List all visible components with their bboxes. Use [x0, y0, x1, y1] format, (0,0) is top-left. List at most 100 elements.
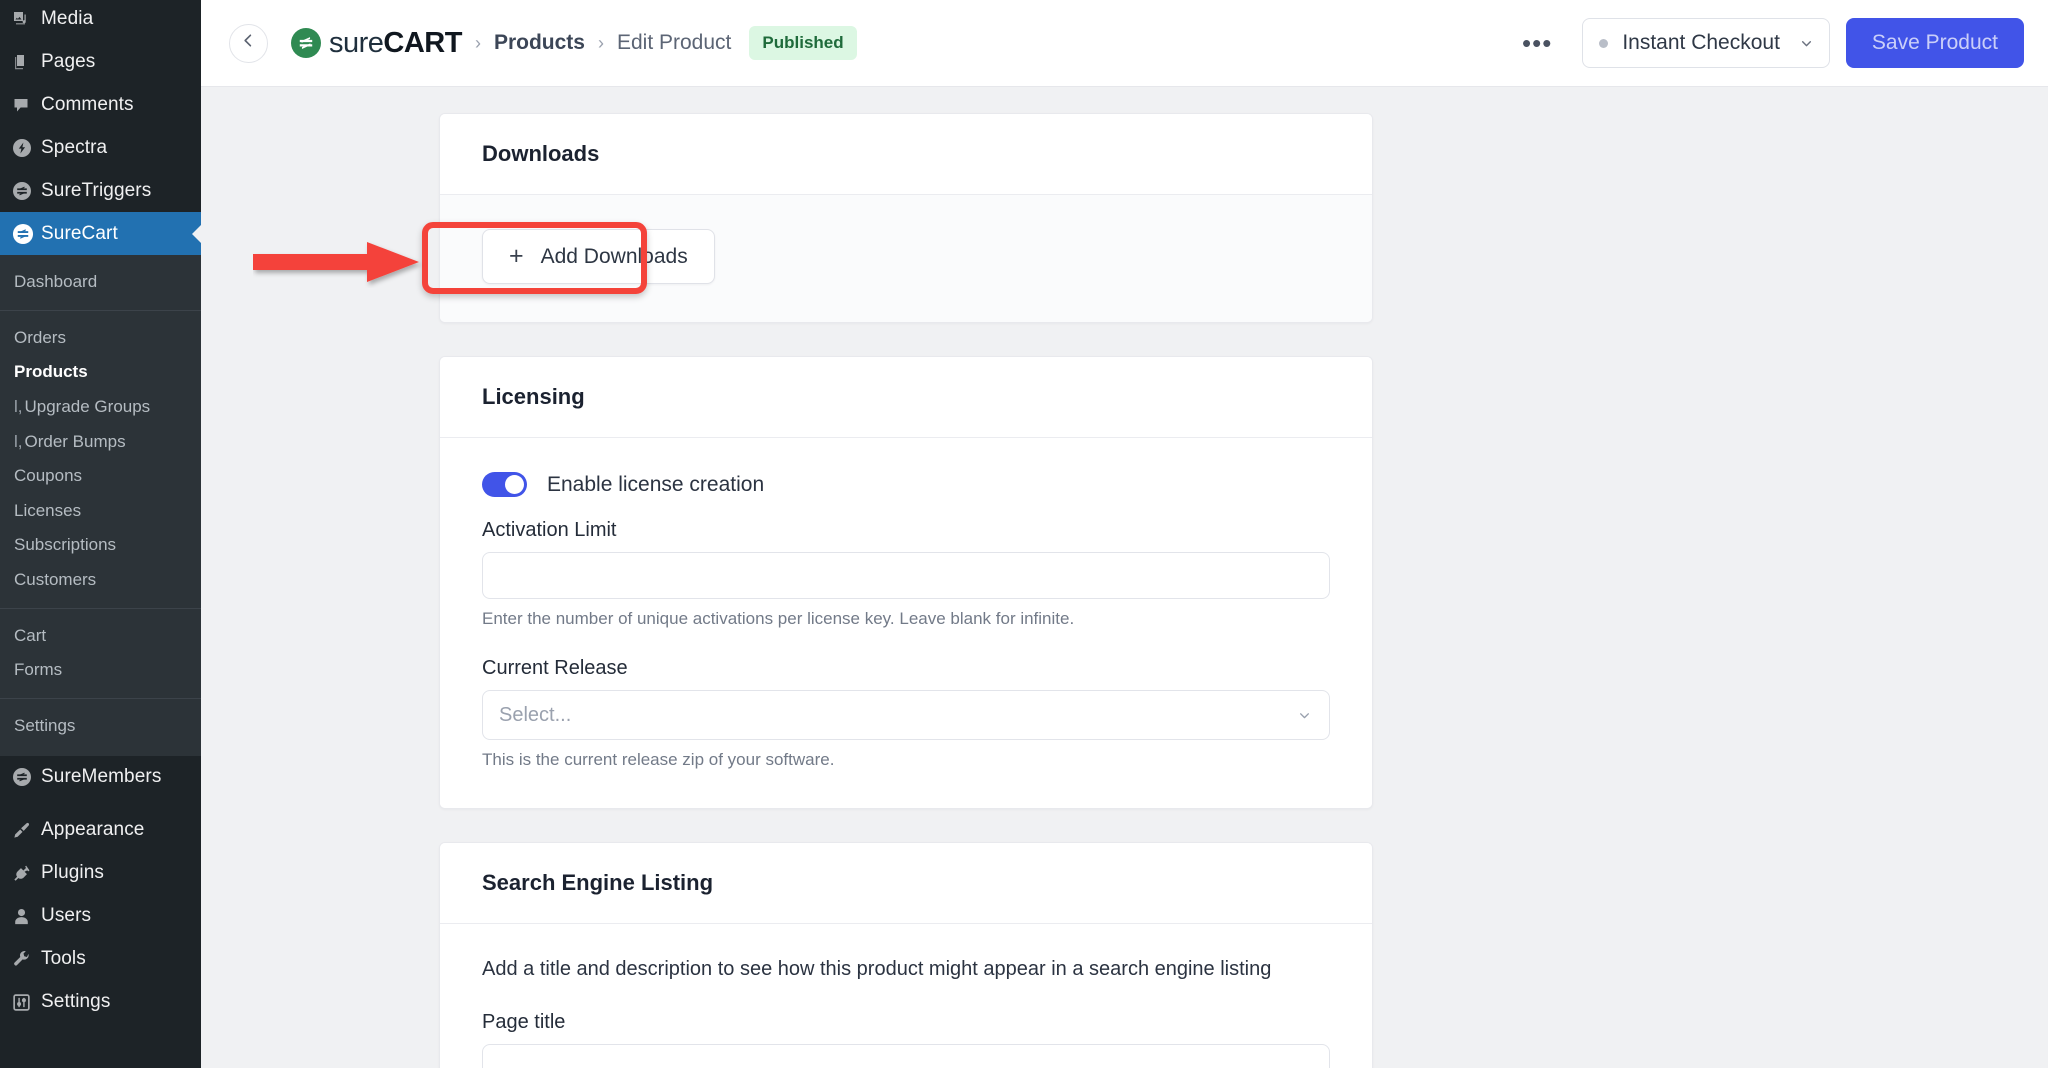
seo-card-header: Search Engine Listing	[440, 843, 1372, 924]
sidebar-subitem-coupons[interactable]: Coupons	[0, 459, 201, 494]
sidebar-item-label: Comments	[41, 93, 134, 115]
sidebar-subitem-label: Order Bumps	[24, 431, 126, 451]
licensing-card: Licensing Enable license creation Activa…	[439, 356, 1373, 809]
breadcrumb-separator: ›	[597, 32, 604, 53]
downloads-card-title: Downloads	[482, 141, 600, 166]
sidebar-item-label: Spectra	[41, 136, 108, 158]
submenu-divider	[0, 309, 201, 311]
sidebar-subitem-products[interactable]: Products	[0, 355, 201, 390]
admin-sidebar: Posts Media Pages Comments SureTriggers	[0, 0, 201, 1068]
sidebar-item-label: SureMembers	[41, 766, 162, 788]
sliders-icon	[11, 992, 41, 1013]
sidebar-subitem-label: Dashboard	[14, 272, 98, 291]
sidebar-item-suretriggers[interactable]: SureTriggers	[0, 169, 201, 212]
instant-checkout-select[interactable]: Instant Checkout	[1582, 18, 1830, 68]
sidebar-item-tools[interactable]: Tools	[0, 938, 201, 981]
sidebar-subitem-label: Upgrade Groups	[24, 396, 151, 416]
sidebar-item-label: Tools	[41, 948, 86, 970]
sidebar-subitem-label: Subscriptions	[14, 535, 117, 555]
sidebar-item-plugins[interactable]: Plugins	[0, 852, 201, 895]
sidebar-item-label: SureTriggers	[41, 179, 152, 201]
enable-license-label: Enable license creation	[547, 472, 765, 496]
sidebar-subitem-forms[interactable]: Forms	[0, 653, 201, 688]
breadcrumb-separator: ›	[474, 32, 481, 53]
sidebar-subitem-cart[interactable]: Cart	[0, 619, 201, 654]
sidebar-subitem-orders[interactable]: Orders	[0, 321, 201, 356]
seo-card-body: Add a title and description to see how t…	[440, 924, 1372, 1068]
user-icon	[11, 906, 41, 927]
sidebar-item-surecart[interactable]: SureCart	[0, 212, 201, 255]
activation-limit-label: Activation Limit	[482, 519, 617, 541]
page-title-label: Page title	[482, 1011, 566, 1033]
sidebar-subitem-label: Orders	[14, 327, 66, 347]
sidebar-item-pages[interactable]: Pages	[0, 40, 201, 83]
status-badge: Published	[749, 26, 857, 60]
enable-license-toggle[interactable]	[482, 472, 527, 497]
chevron-down-icon	[1296, 707, 1313, 724]
sidebar-item-appearance[interactable]: Appearance	[0, 809, 201, 852]
sidebar-subitem-label: Products	[14, 362, 88, 382]
sidebar-subitem-subscriptions[interactable]: Subscriptions	[0, 528, 201, 563]
more-options-button[interactable]: •••	[1506, 30, 1568, 56]
page-title-input[interactable]	[482, 1044, 1330, 1068]
seo-card: Search Engine Listing Add a title and de…	[439, 842, 1373, 1068]
app-topbar: sure CART › Products › Edit Product Publi…	[201, 0, 2048, 87]
sidebar-item-suremembers[interactable]: SureMembers	[0, 756, 201, 799]
logo-text-sure: sure	[329, 26, 384, 59]
wrench-icon	[11, 949, 41, 970]
breadcrumb-edit-product: Edit Product	[616, 31, 732, 54]
topbar-actions: ••• Instant Checkout Save Product	[1506, 18, 2024, 68]
sidebar-subitem-upgrade-groups[interactable]: l, Upgrade Groups	[0, 390, 201, 425]
sidebar-item-spectra[interactable]: SureTriggers Spectra	[0, 126, 201, 169]
sidebar-item-users[interactable]: Users	[0, 895, 201, 938]
sidebar-subitem-licenses[interactable]: Licenses	[0, 494, 201, 529]
downloads-card: Downloads + Add Downloads	[439, 113, 1373, 323]
seo-card-title: Search Engine Listing	[482, 870, 714, 895]
media-icon	[11, 9, 41, 29]
sidebar-subitem-label: Cart	[14, 625, 47, 645]
downloads-card-header: Downloads	[440, 114, 1372, 195]
instant-checkout-label: Instant Checkout	[1622, 31, 1780, 54]
save-product-button[interactable]: Save Product	[1845, 18, 2024, 68]
sidebar-subitem-label: Customers	[14, 570, 97, 590]
sidebar-subitem-customers[interactable]: Customers	[0, 563, 201, 598]
sidebar-item-label: Plugins	[41, 862, 105, 884]
order-bumps-glyph: l,	[14, 431, 23, 451]
sidebar-subitem-order-bumps[interactable]: l, Order Bumps	[0, 425, 201, 460]
comments-icon	[11, 95, 41, 115]
surecart-logo[interactable]: sure CART	[291, 28, 462, 58]
sidebar-item-label: Media	[41, 7, 94, 29]
content-column: Downloads + Add Downloads Licensing Enab…	[439, 113, 1373, 1068]
licensing-card-body: Enable license creation Activation Limit…	[440, 438, 1372, 808]
sidebar-subitem-dashboard[interactable]: Dashboard	[0, 265, 201, 300]
sidebar-item-settings[interactable]: Settings	[0, 981, 201, 1024]
activation-limit-helper: Enter the number of unique activations p…	[482, 609, 1075, 628]
seo-intro-text: Add a title and description to see how t…	[482, 958, 1272, 980]
status-dot-icon	[1599, 38, 1609, 48]
breadcrumb-products[interactable]: Products	[494, 31, 585, 55]
upgrade-groups-glyph: l,	[14, 396, 23, 416]
sidebar-item-label: Appearance	[41, 819, 145, 841]
spectra-icon	[11, 137, 41, 159]
sidebar-subitem-label: Forms	[14, 660, 63, 680]
suretriggers-icon	[11, 180, 41, 202]
sidebar-subitem-label: Settings	[14, 716, 76, 736]
current-release-label: Current Release	[482, 657, 628, 679]
current-release-helper: This is the current release zip of your …	[482, 750, 835, 769]
enable-license-row: Enable license creation	[482, 472, 1330, 497]
sidebar-item-media[interactable]: Media	[0, 0, 201, 40]
current-release-select[interactable]: Select...	[482, 690, 1330, 740]
add-downloads-label: Add Downloads	[540, 244, 688, 268]
sidebar-subitem-settings[interactable]: Settings	[0, 709, 201, 744]
page-content: Downloads + Add Downloads Licensing Enab…	[201, 87, 2048, 1068]
back-button[interactable]	[229, 23, 268, 63]
add-downloads-button[interactable]: + Add Downloads	[482, 229, 715, 284]
sidebar-subitem-label: Coupons	[14, 466, 83, 486]
surecart-mark-icon	[291, 28, 321, 58]
pages-icon	[11, 52, 41, 72]
sidebar-subitem-label: Licenses	[14, 500, 82, 520]
sidebar-item-comments[interactable]: Comments	[0, 83, 201, 126]
activation-limit-input[interactable]	[482, 552, 1330, 599]
